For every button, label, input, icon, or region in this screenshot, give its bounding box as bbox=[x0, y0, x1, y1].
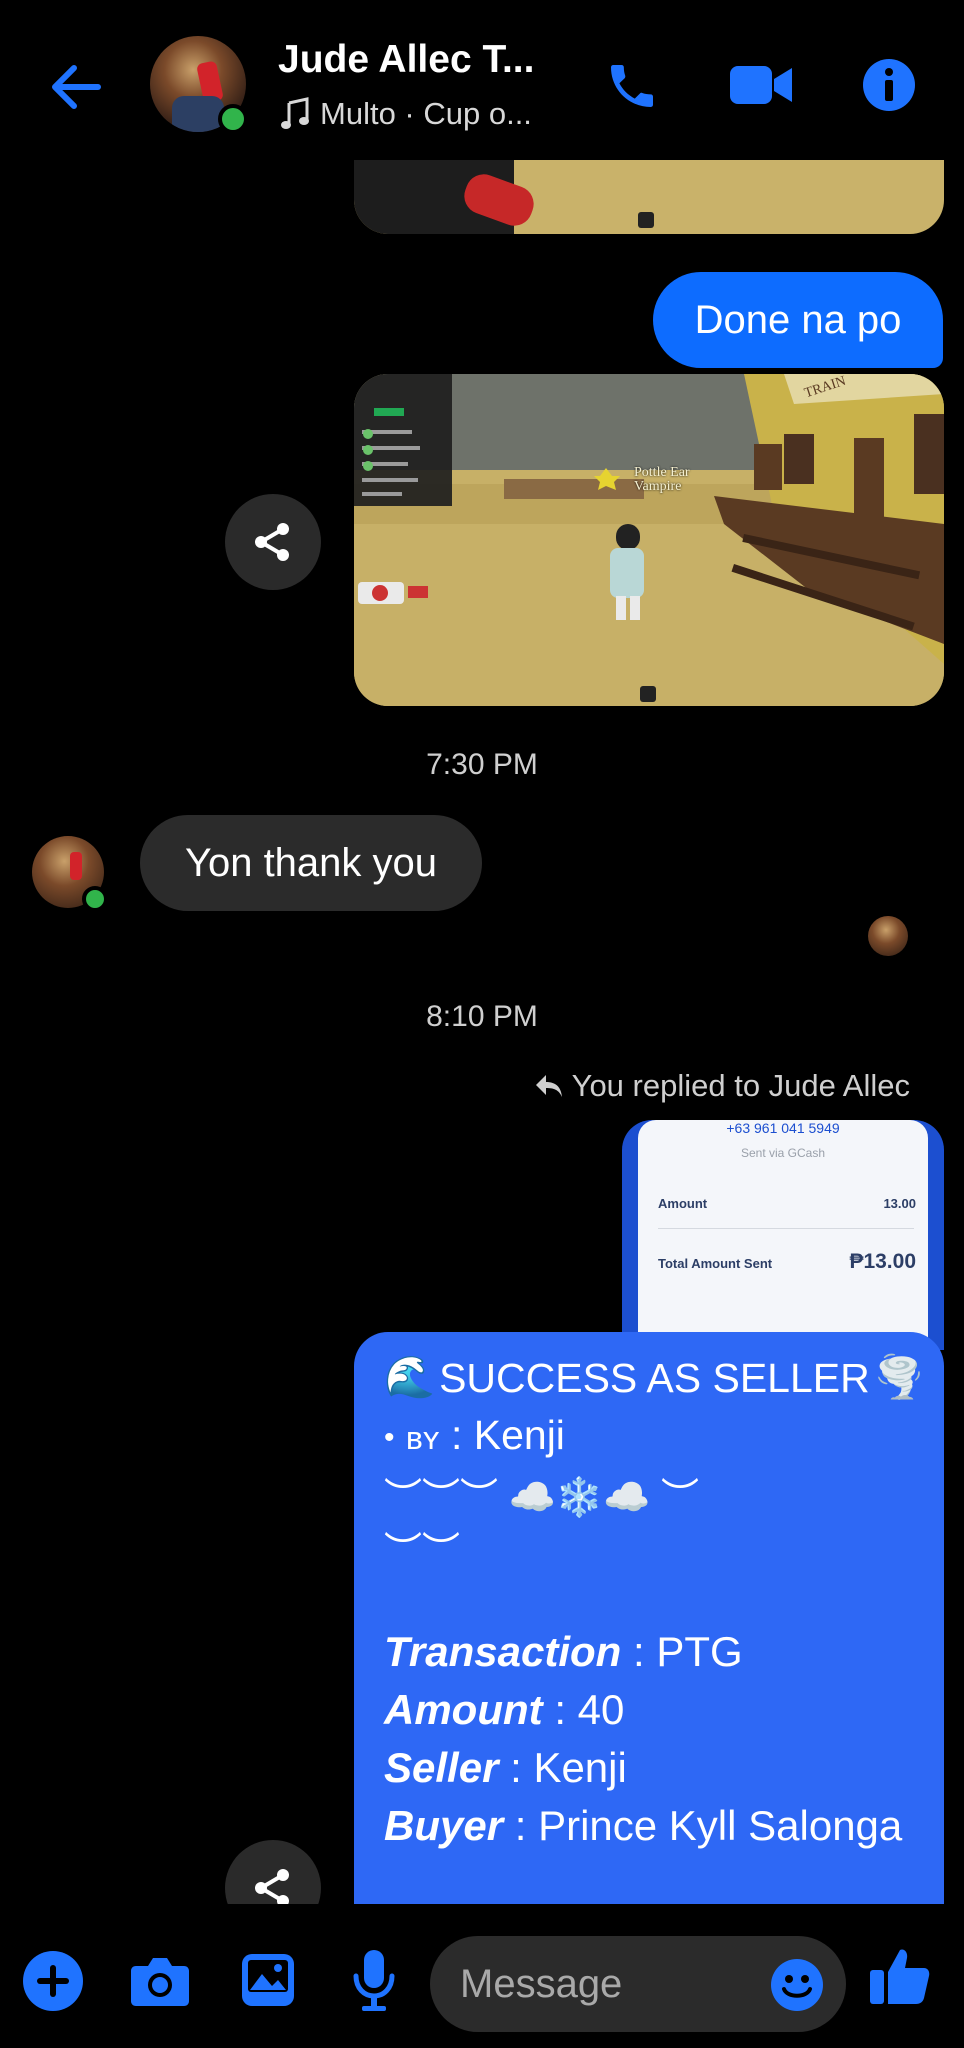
card-row-buyer: Buyer : Prince Kyll Salonga bbox=[384, 1802, 902, 1850]
card-row-seller: Seller : Kenji bbox=[384, 1744, 627, 1792]
contact-name[interactable]: Jude Allec T... bbox=[278, 38, 534, 82]
image-dot-icon bbox=[638, 212, 654, 228]
message-input-container[interactable] bbox=[430, 1936, 846, 2032]
receipt-divider bbox=[658, 1228, 914, 1229]
card-row-sep: : bbox=[632, 1628, 657, 1675]
video-camera-icon[interactable] bbox=[728, 62, 794, 108]
card-row-label: Seller bbox=[384, 1744, 499, 1791]
share-button[interactable] bbox=[225, 494, 321, 590]
incoming-message-text: Yon thank you bbox=[184, 840, 438, 885]
timestamp: 7:30 PM bbox=[426, 748, 538, 781]
receipt-amount-label: Amount bbox=[658, 1196, 708, 1211]
card-row-value: PTG bbox=[656, 1628, 743, 1675]
game-sign-line2: Vampire bbox=[634, 479, 682, 494]
sender-online-indicator bbox=[82, 886, 108, 912]
card-row-amount: Amount : 40 bbox=[384, 1686, 624, 1734]
card-row-label: Transaction bbox=[384, 1628, 622, 1675]
game-sign: Pottle Ear Vampire bbox=[634, 466, 690, 494]
music-note-icon bbox=[281, 97, 309, 129]
back-arrow-icon[interactable] bbox=[48, 62, 104, 112]
card-row-sep: : bbox=[554, 1686, 578, 1733]
receipt-paper: +63 961 041 5949 Sent via GCash Amount 1… bbox=[638, 1120, 928, 1350]
reply-arrow-icon bbox=[535, 1075, 562, 1097]
card-by-value: Kenji bbox=[473, 1412, 565, 1458]
shared-game-screenshot[interactable]: Pottle Ear Vampire TRAIN bbox=[354, 374, 944, 706]
now-playing-status[interactable]: Multo · Cup o... bbox=[280, 96, 532, 132]
game-scene bbox=[354, 374, 944, 706]
seen-receipt-avatar bbox=[868, 916, 908, 956]
reply-label-text: You replied to Jude Allec bbox=[571, 1068, 910, 1103]
plus-icon[interactable] bbox=[22, 1950, 84, 2012]
receipt-via: Sent via GCash bbox=[740, 1146, 826, 1160]
camera-icon[interactable] bbox=[130, 1954, 190, 2008]
card-row-sep: : bbox=[510, 1744, 534, 1791]
card-row-value: 40 bbox=[577, 1686, 625, 1733]
timestamp: 8:10 PM bbox=[426, 1000, 538, 1033]
online-indicator bbox=[218, 104, 248, 134]
card-by-label: ʙʏ bbox=[405, 1420, 440, 1456]
game-sign-line1: Pottle Ear bbox=[634, 465, 690, 480]
emoji-icon[interactable] bbox=[770, 1958, 824, 2012]
now-playing-text: Multo · Cup o... bbox=[320, 96, 532, 131]
card-by-colon: : bbox=[450, 1412, 474, 1458]
outgoing-message-text: Done na po bbox=[694, 297, 902, 342]
card-row-transaction: Transaction : PTG bbox=[384, 1628, 743, 1676]
seller-card-message[interactable]: 🌊 SUCCESS AS SELLER 🌪️ • ʙʏ : Kenji ︶︶︶ … bbox=[354, 1332, 944, 1904]
card-by-row: • ʙʏ : Kenji bbox=[384, 1412, 565, 1459]
card-row-value: Prince Kyll Salonga bbox=[538, 1802, 903, 1849]
reply-label: You replied to Jude Allec bbox=[534, 1068, 910, 1104]
bullet: • bbox=[384, 1421, 395, 1455]
card-row-value: Kenji bbox=[533, 1744, 627, 1791]
replied-receipt-image[interactable]: +63 961 041 5949 Sent via GCash Amount 1… bbox=[622, 1120, 944, 1350]
card-title: SUCCESS AS SELLER bbox=[439, 1354, 870, 1401]
receipt-amount-value: 13.00 bbox=[883, 1196, 916, 1211]
thumbs-up-icon[interactable] bbox=[868, 1944, 932, 2008]
microphone-icon[interactable] bbox=[352, 1948, 396, 2014]
message-input[interactable] bbox=[460, 1954, 760, 2014]
receipt-total-label: Total Amount Sent bbox=[658, 1256, 773, 1271]
composer-bar bbox=[0, 1904, 964, 2048]
card-row-sep: : bbox=[514, 1802, 539, 1849]
receipt-total-value: ₱13.00 bbox=[849, 1250, 916, 1273]
tornado-icon: 🌪️ bbox=[873, 1354, 925, 1400]
card-row-label: Buyer bbox=[384, 1802, 504, 1849]
card-title-row: 🌊 SUCCESS AS SELLER 🌪️ bbox=[384, 1354, 925, 1402]
info-icon[interactable] bbox=[862, 58, 916, 112]
receipt-phone: +63 961 041 5949 bbox=[726, 1120, 840, 1136]
avatar-detail bbox=[70, 852, 82, 880]
gallery-icon[interactable] bbox=[240, 1952, 296, 2008]
card-decor-line2: ︶︶ bbox=[384, 1531, 461, 1573]
wave-icon: 🌊 bbox=[384, 1354, 436, 1400]
outgoing-message-bubble[interactable]: Done na po bbox=[653, 272, 943, 368]
card-decor-line1: ︶︶︶ ☁️❄️☁️ ︶ bbox=[384, 1477, 700, 1519]
chat-header: Jude Allec T... Multo · Cup o... bbox=[0, 0, 964, 160]
share-icon bbox=[255, 523, 289, 561]
incoming-message-bubble[interactable]: Yon thank you bbox=[140, 815, 482, 911]
phone-icon[interactable] bbox=[604, 58, 660, 114]
card-row-label: Amount bbox=[384, 1686, 543, 1733]
